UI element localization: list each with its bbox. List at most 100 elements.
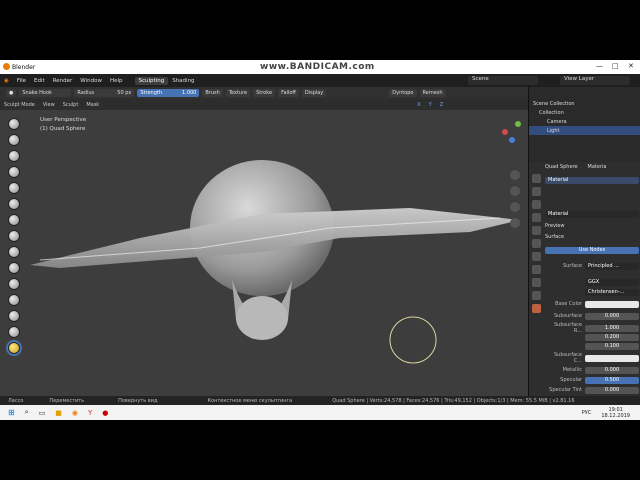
inflate-brush-icon[interactable] [8, 182, 20, 194]
output-tab-icon[interactable] [531, 200, 541, 209]
radius-field[interactable]: Radius 50 px [74, 89, 135, 97]
outliner-item-camera[interactable]: Camera [529, 117, 640, 126]
elastic-brush-icon[interactable] [8, 326, 20, 338]
clock[interactable]: 19:01 18.12.2019 [601, 407, 630, 419]
scrape-brush-icon[interactable] [8, 278, 20, 290]
scene-selector[interactable]: Scene [468, 76, 538, 85]
navigation-gizmos [510, 170, 520, 228]
menu-mask[interactable]: Mask [82, 102, 103, 108]
material-tab-icon[interactable] [531, 304, 541, 313]
base-color-swatch[interactable] [585, 300, 639, 308]
view-layer-selector[interactable]: View Layer [560, 76, 630, 85]
menu-edit[interactable]: Edit [30, 78, 49, 84]
axis-x-toggle[interactable]: X [413, 102, 424, 108]
brush-icon[interactable]: ● [6, 89, 17, 97]
outliner-item-light[interactable]: Light [529, 126, 640, 135]
use-nodes-button[interactable]: Use Nodes [545, 246, 639, 254]
view-perspective-label: User Perspective [40, 117, 87, 123]
physics-tab-icon[interactable] [531, 265, 541, 274]
outliner-scene-collection[interactable]: Scene Collection [529, 99, 640, 108]
data-tab-icon[interactable] [531, 291, 541, 300]
menu-help[interactable]: Help [106, 78, 127, 84]
strength-slider[interactable]: Strength 1.000 [137, 89, 200, 97]
menu-window[interactable]: Window [76, 78, 106, 84]
tab-shading[interactable]: Shading [168, 77, 198, 85]
metallic-field[interactable]: 0.000 [585, 366, 639, 374]
brush-name-field[interactable]: Snake Hook [19, 89, 72, 97]
specular-field[interactable]: 0.500 [585, 376, 639, 384]
material-selector[interactable]: Material [545, 210, 639, 218]
object-tab-icon[interactable] [531, 239, 541, 248]
gizmo-x[interactable] [502, 129, 508, 135]
outliner-item-collection[interactable]: Collection [529, 108, 640, 117]
smooth-brush-icon[interactable] [8, 230, 20, 242]
modifier-tab-icon[interactable] [531, 252, 541, 261]
dyntopo-toggle[interactable]: Dyntopo [389, 89, 417, 97]
draw-brush-icon[interactable] [8, 118, 20, 130]
subsurface-field[interactable]: 0.000 [585, 312, 639, 320]
menu-brush[interactable]: Brush [202, 89, 223, 97]
close-button[interactable]: ✕ [628, 62, 634, 70]
mode-selector[interactable]: Sculpt Mode [0, 102, 39, 108]
tab-sculpting[interactable]: Sculpting [134, 76, 169, 85]
maximize-button[interactable]: □ [612, 62, 619, 70]
sss-method-field[interactable]: Christensen-... [585, 288, 639, 296]
fill-brush-icon[interactable] [8, 262, 20, 274]
world-tab-icon[interactable] [531, 226, 541, 235]
gizmo-z[interactable] [509, 137, 515, 143]
surface-panel-header[interactable]: Surface [545, 233, 639, 241]
sculpt-toolbar [6, 118, 28, 356]
clay-brush-icon[interactable] [8, 134, 20, 146]
axis-y-toggle[interactable]: Y [425, 102, 436, 108]
blender-taskbar-icon[interactable]: ◉ [72, 409, 78, 417]
subsurface-color-swatch[interactable] [585, 354, 639, 362]
search-icon[interactable]: ⌕ [25, 408, 29, 417]
menu-stroke[interactable]: Stroke [253, 89, 276, 97]
layer-brush-icon[interactable] [8, 166, 20, 178]
file-explorer-icon[interactable]: ■ [55, 409, 62, 417]
constraints-tab-icon[interactable] [531, 278, 541, 287]
flatten-brush-icon[interactable] [8, 246, 20, 258]
menu-view[interactable]: View [39, 102, 59, 108]
render-tab-icon[interactable] [531, 187, 541, 196]
menu-sculpt[interactable]: Sculpt [59, 102, 83, 108]
surface-shader-field[interactable]: Principled ... [585, 262, 639, 270]
pan-hand-icon[interactable] [510, 186, 520, 196]
scene-tab-icon[interactable] [531, 213, 541, 222]
blob-brush-icon[interactable] [8, 198, 20, 210]
remesh-button[interactable]: Remesh [419, 89, 446, 97]
snake-hook-brush-icon[interactable] [6, 340, 22, 356]
distribution-field[interactable]: GGX [585, 278, 639, 286]
zoom-icon[interactable] [510, 170, 520, 180]
material-name-field[interactable]: Material [545, 210, 639, 218]
menu-falloff[interactable]: Falloff [278, 89, 299, 97]
gizmo-y[interactable] [515, 121, 521, 127]
menu-file[interactable]: File [13, 78, 30, 84]
3d-viewport[interactable]: User Perspective (1) Quad Sphere [0, 110, 528, 396]
grid-toggle-icon[interactable] [510, 218, 520, 228]
yandex-browser-icon[interactable]: Y [88, 409, 92, 417]
language-indicator[interactable]: РУС [582, 410, 592, 416]
material-slot-list[interactable]: Material [545, 176, 639, 184]
pinch-brush-icon[interactable] [8, 294, 20, 306]
menu-display[interactable]: Display [301, 89, 327, 97]
crease-brush-icon[interactable] [8, 214, 20, 226]
clay-strips-brush-icon[interactable] [8, 150, 20, 162]
minimize-button[interactable]: — [596, 62, 603, 70]
menu-texture[interactable]: Texture [225, 89, 251, 97]
subsurface-radius-1[interactable]: 1.000 [585, 324, 639, 332]
subsurface-radius-2[interactable]: 0.200 [585, 333, 639, 341]
subsurface-radius-3[interactable]: 0.100 [585, 342, 639, 350]
windows-start-icon[interactable]: ⊞ [8, 408, 15, 417]
material-slot-item[interactable]: Material [545, 176, 639, 184]
blender-menu-icon[interactable]: ◉ [0, 78, 13, 84]
task-view-icon[interactable]: ▭ [39, 409, 46, 417]
camera-view-icon[interactable] [510, 202, 520, 212]
axis-z-toggle[interactable]: Z [436, 102, 447, 108]
preview-panel-header[interactable]: Preview [545, 222, 639, 230]
menu-render[interactable]: Render [49, 78, 77, 84]
specular-tint-field[interactable]: 0.000 [585, 386, 639, 394]
tool-tab-icon[interactable] [531, 174, 541, 183]
bandicam-taskbar-icon[interactable]: ● [102, 409, 108, 417]
grab-brush-icon[interactable] [8, 310, 20, 322]
